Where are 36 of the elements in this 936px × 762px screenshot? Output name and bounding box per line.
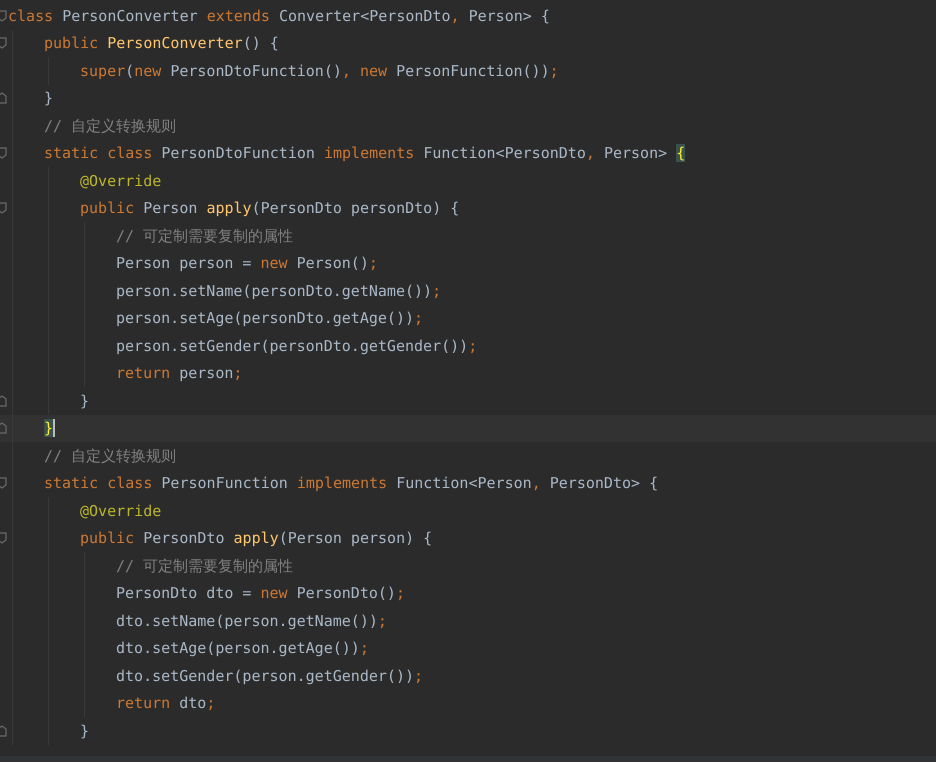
code-line: return person;	[0, 360, 936, 387]
code-line: dto.setGender(person.getGender());	[0, 662, 936, 690]
code-line: public PersonConverter() {	[0, 30, 936, 57]
code-line: class PersonConverter extends Converter<PersonDto, Person> {	[0, 2, 936, 30]
code-line: // 自定义转换规则	[0, 442, 936, 470]
fold-icon[interactable]	[0, 477, 7, 490]
fold-icon[interactable]	[0, 202, 7, 214]
code-line: person.setGender(personDto.getGender());	[0, 332, 936, 360]
code-line: person.setAge(personDto.getAge());	[0, 304, 936, 332]
fold-icon[interactable]	[0, 147, 7, 160]
code-line: public Person apply(PersonDto personDto) {	[0, 194, 936, 222]
code-line: }	[0, 717, 936, 744]
code-line: }	[0, 387, 936, 414]
code-line: static class PersonDtoFunction implements Function<PersonDto, Person> {	[0, 140, 936, 167]
code-line: @Override	[0, 497, 936, 524]
code-line: Person person = new Person();	[0, 250, 936, 277]
code-line: return dto;	[0, 690, 936, 717]
code-line: }	[0, 84, 936, 112]
code-line: PersonDto dto = new PersonDto();	[0, 580, 936, 607]
code-line: person.setName(personDto.getName());	[0, 277, 936, 304]
fold-icon[interactable]	[0, 394, 7, 407]
code-line: // 可定制需要复制的属性	[0, 222, 936, 250]
code-line: static class PersonFunction implements Function<Person, PersonDto> {	[0, 470, 936, 497]
code-line: dto.setName(person.getName());	[0, 607, 936, 634]
code-line: // 自定义转换规则	[0, 112, 936, 140]
fold-icon[interactable]	[0, 10, 7, 22]
fold-icon[interactable]	[0, 92, 7, 104]
code-line: public PersonDto apply(Person person) {	[0, 524, 936, 552]
fold-icon[interactable]	[0, 532, 7, 544]
fold-icon[interactable]	[0, 37, 7, 50]
code-line: @Override	[0, 167, 936, 194]
code-line: super(new PersonDtoFunction(), new PersonFunction());	[0, 57, 936, 84]
fold-icon[interactable]	[0, 724, 7, 737]
code-line: // 可定制需要复制的属性	[0, 552, 936, 580]
code-line: dto.setAge(person.getAge());	[0, 634, 936, 662]
fold-icon[interactable]	[0, 422, 7, 434]
